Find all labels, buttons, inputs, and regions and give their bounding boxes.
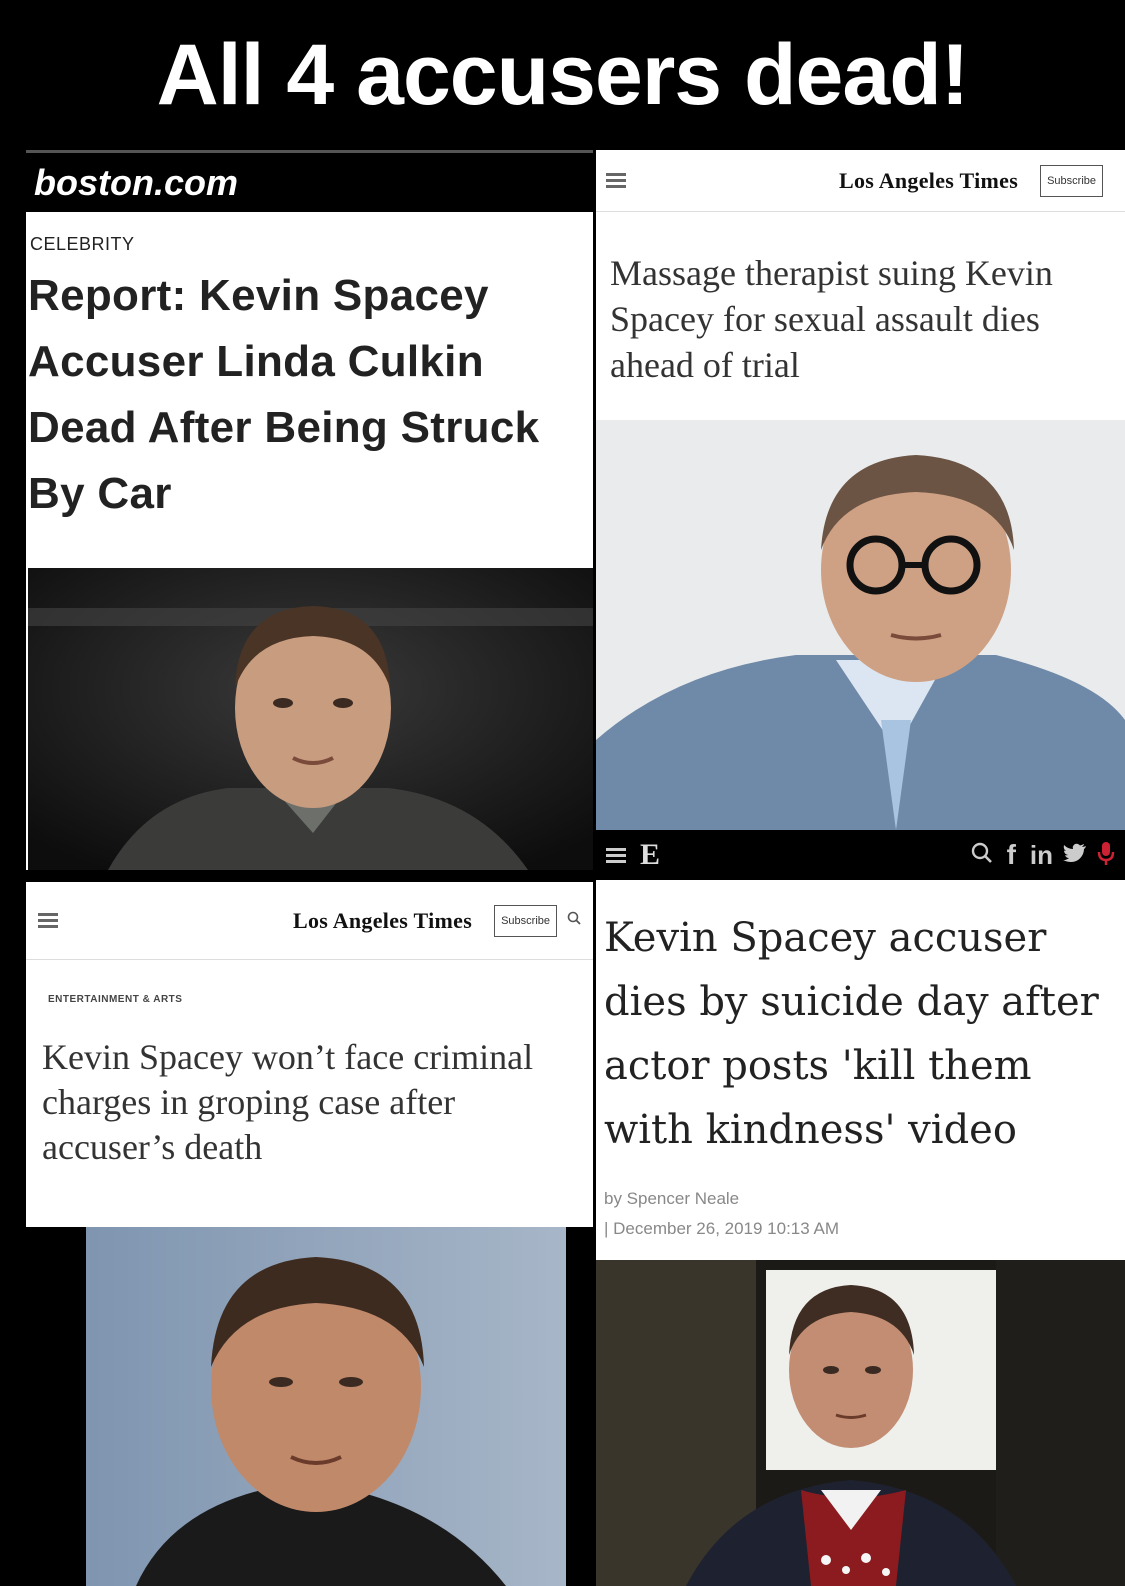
latimes-masthead: Los Angeles Times Subscribe: [26, 882, 593, 960]
menu-icon[interactable]: [606, 170, 626, 191]
search-icon[interactable]: [971, 842, 993, 869]
article-photo: [86, 1227, 566, 1586]
site-navbar: E f in: [596, 830, 1125, 880]
menu-icon[interactable]: [38, 910, 58, 931]
subscribe-button[interactable]: Subscribe: [494, 904, 557, 937]
latimes-article-card-criminal[interactable]: Los Angeles Times Subscribe ENTERTAINMEN…: [26, 882, 593, 1586]
article-headline[interactable]: Kevin Spacey accuser dies by suicide day…: [604, 906, 1124, 1162]
article-text-card: Los Angeles Times Subscribe ENTERTAINMEN…: [26, 882, 593, 1227]
search-icon[interactable]: [567, 911, 581, 930]
subscribe-button[interactable]: Subscribe: [1040, 164, 1103, 197]
menu-icon[interactable]: [606, 845, 626, 866]
article-headline[interactable]: Massage therapist suing Kevin Spacey for…: [610, 250, 1090, 388]
boston-article-card[interactable]: boston.com CELEBRITY Report: Kevin Space…: [26, 150, 593, 870]
byline-date: | December 26, 2019 10:13 AM: [604, 1219, 840, 1238]
boston-logo[interactable]: boston.com: [34, 162, 238, 204]
boston-header: boston.com: [26, 150, 593, 212]
podcast-icon[interactable]: [1097, 840, 1115, 871]
twitter-icon[interactable]: [1063, 843, 1087, 868]
facebook-icon[interactable]: f: [1007, 839, 1016, 871]
article-photo: [596, 1260, 1125, 1586]
article-byline: by Spencer Neale | December 26, 2019 10:…: [604, 1184, 1125, 1244]
linkedin-icon[interactable]: in: [1030, 840, 1053, 871]
section-kicker[interactable]: ENTERTAINMENT & ARTS: [48, 994, 593, 1005]
latimes-masthead: Los Angeles Times Subscribe: [596, 150, 1125, 212]
latimes-logo[interactable]: Los Angeles Times: [839, 168, 1018, 194]
article-photo: [28, 568, 593, 870]
latimes-article-card-massage[interactable]: Los Angeles Times Subscribe Massage ther…: [596, 150, 1125, 830]
byline-author[interactable]: by Spencer Neale: [604, 1184, 1125, 1214]
meme-title: All 4 accusers dead!: [156, 26, 970, 123]
latimes-logo[interactable]: Los Angeles Times: [293, 908, 472, 934]
meme-title-banner: All 4 accusers dead!: [0, 0, 1125, 150]
article-photo: [596, 420, 1125, 830]
section-kicker[interactable]: CELEBRITY: [30, 234, 593, 255]
article-headline[interactable]: Report: Kevin Spacey Accuser Linda Culki…: [28, 263, 593, 527]
examiner-article-card[interactable]: E f in Kevin Spacey accuser dies by suic…: [596, 830, 1125, 1586]
site-logo[interactable]: E: [640, 838, 660, 872]
article-headline[interactable]: Kevin Spacey won’t face criminal charges…: [42, 1035, 572, 1170]
